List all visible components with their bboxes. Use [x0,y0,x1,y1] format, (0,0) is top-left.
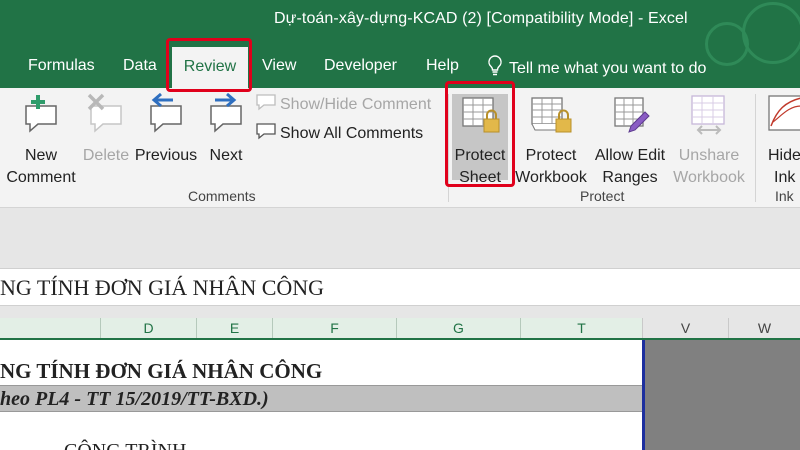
unshare-workbook-label-1: Unshare [678,147,740,164]
tab-developer[interactable]: Developer [324,57,397,75]
cell-row-title[interactable]: NG TÍNH ĐƠN GIÁ NHÂN CÔNG [0,340,642,385]
show-hide-comment-label: Show/Hide Comment [280,95,432,113]
ribbon-below-band [0,208,800,268]
new-comment-button[interactable]: New Comment [2,92,80,189]
decorative-circle [742,2,800,64]
next-label: Next [209,147,243,164]
next-comment-button[interactable]: Next [202,92,250,167]
locked-grey-area [645,340,800,450]
delete-label: Delete [82,147,130,164]
cell-row-subtitle[interactable]: heo PL4 - TT 15/2019/TT-BXD.) [0,385,642,412]
group-separator [755,94,756,202]
unshare-workbook-icon [670,92,748,145]
highlight-box-review-tab [166,38,252,92]
protect-workbook-icon [512,92,590,145]
column-header-g[interactable]: G [396,318,520,338]
protect-workbook-button[interactable]: Protect Workbook [512,92,590,189]
tell-me-text: Tell me what you want to do [509,59,707,77]
highlight-box-protect-sheet [445,81,515,187]
next-comment-icon [202,92,250,145]
hide-ink-icon [760,92,800,145]
unshare-workbook-label-2: Workbook [673,169,745,186]
allow-edit-ranges-label-2: Ranges [602,169,658,186]
new-comment-label-1: New [24,147,57,164]
column-header-e[interactable]: E [196,318,272,338]
column-header-blank [0,318,100,338]
tab-data[interactable]: Data [123,57,157,75]
column-header-w[interactable]: W [728,318,800,338]
group-label-comments: Comments [188,188,256,204]
gap-band [0,306,800,318]
show-all-comments-label: Show All Comments [280,124,424,142]
group-label-ink: Ink [775,188,794,204]
ribbon-review: New Comment Delete Previous Next Show/Hi… [0,88,800,208]
cell-row-project[interactable]: CÔNG TRÌNH [0,412,642,450]
formula-content: NG TÍNH ĐƠN GIÁ NHÂN CÔNG [0,275,325,300]
allow-edit-ranges-icon [591,92,669,145]
delete-comment-button[interactable]: Delete [80,92,132,167]
allow-edit-ranges-label-1: Allow Edit [594,147,666,164]
tab-formulas[interactable]: Formulas [28,57,95,75]
previous-label: Previous [134,147,198,164]
show-all-comments-icon [256,122,280,145]
new-comment-icon [2,92,80,145]
allow-edit-ranges-button[interactable]: Allow Edit Ranges [591,92,669,189]
protect-workbook-label-1: Protect [525,147,577,164]
group-label-protect: Protect [580,188,625,204]
column-header-v[interactable]: V [642,318,728,338]
column-headers: D E F G T V W [0,318,800,340]
tab-view[interactable]: View [262,57,296,75]
window-title: Dự-toán-xây-dựng-KCAD (2) [Compatibility… [274,10,688,27]
unshare-workbook-button[interactable]: Unshare Workbook [670,92,748,189]
show-all-comments-button[interactable]: Show All Comments [256,122,423,145]
column-header-t[interactable]: T [520,318,642,338]
show-hide-comment-icon [256,93,280,116]
column-header-f[interactable]: F [272,318,396,338]
show-hide-comment-button[interactable]: Show/Hide Comment [256,93,431,116]
new-comment-label-2: Comment [6,169,76,186]
hide-ink-label-2: Ink [774,169,796,186]
page-break-line [642,340,645,450]
hide-ink-label-1: Hide [768,147,800,164]
formula-bar[interactable]: NG TÍNH ĐƠN GIÁ NHÂN CÔNG [0,268,800,306]
hide-ink-button[interactable]: Hide Ink [760,92,800,189]
column-header-d[interactable]: D [100,318,196,338]
title-bar: Dự-toán-xây-dựng-KCAD (2) [Compatibility… [0,0,800,88]
tab-help[interactable]: Help [426,57,459,75]
protect-workbook-label-2: Workbook [515,169,587,186]
lightbulb-icon [487,55,509,82]
delete-comment-icon [80,92,132,145]
tell-me-box[interactable]: Tell me what you want to do [487,55,706,82]
previous-comment-button[interactable]: Previous [132,92,200,167]
previous-comment-icon [132,92,200,145]
